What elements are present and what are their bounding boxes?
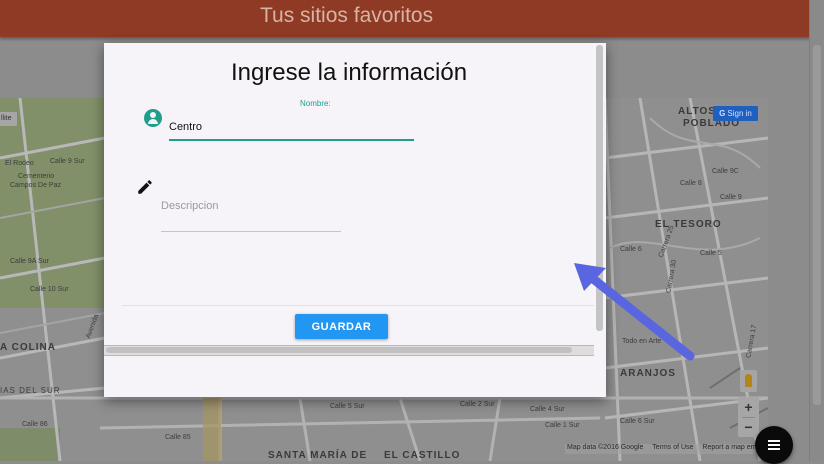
arrow-annotation	[574, 263, 695, 361]
